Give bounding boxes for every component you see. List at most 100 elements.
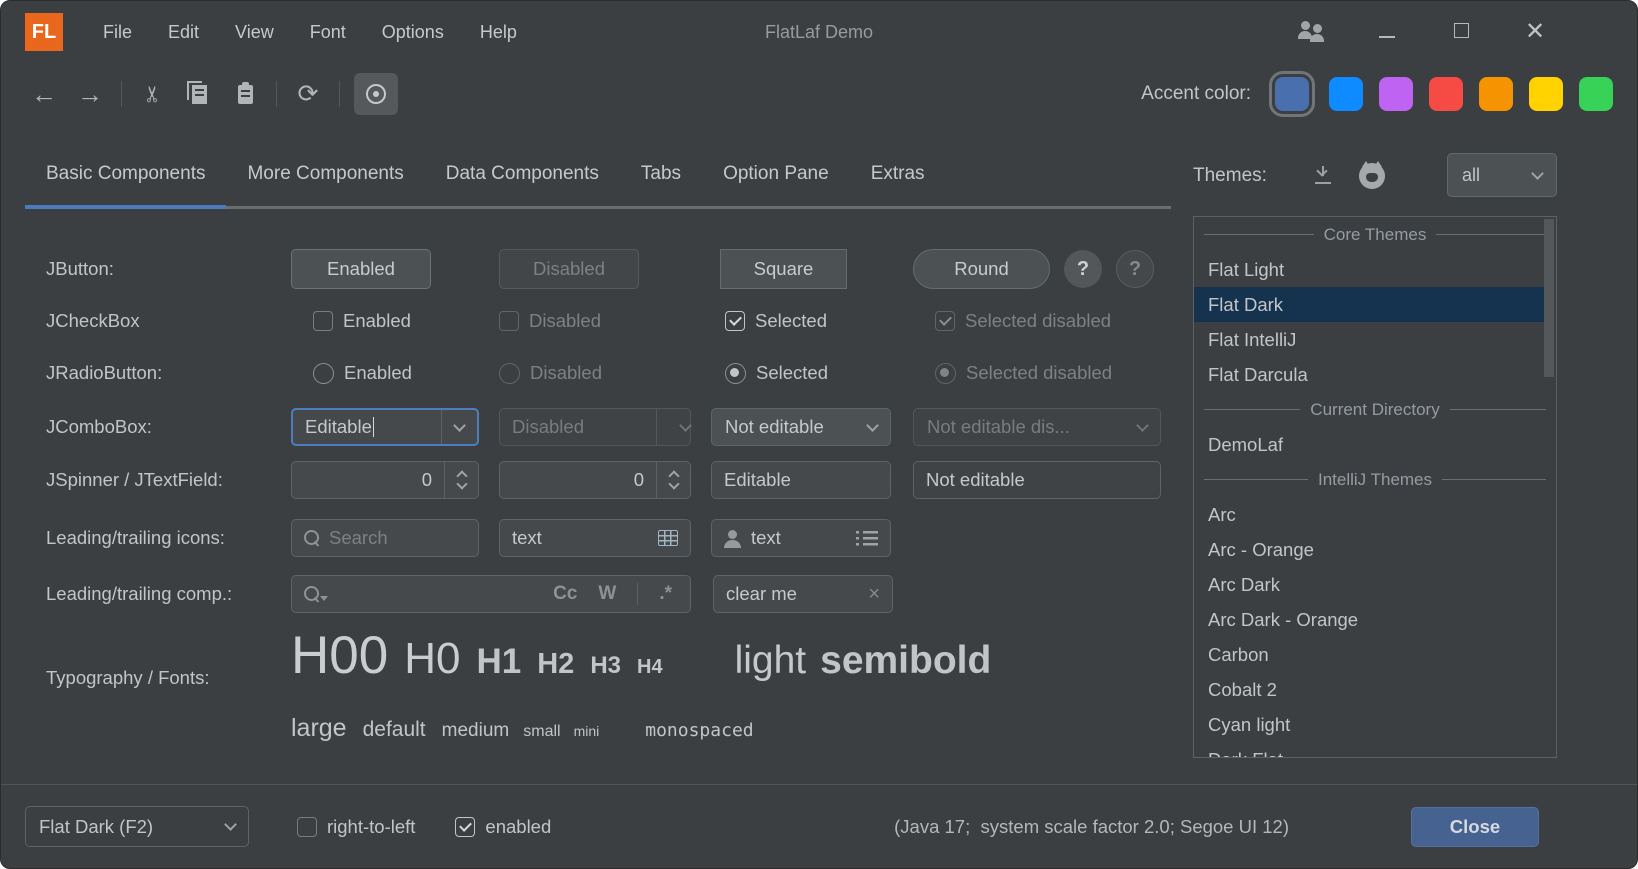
search-icon xyxy=(304,530,320,546)
tab-more-components[interactable]: More Components xyxy=(226,151,424,206)
menu-options[interactable]: Options xyxy=(364,14,462,51)
whole-word-button[interactable]: W xyxy=(592,583,622,605)
accent-swatch-red[interactable] xyxy=(1429,77,1463,111)
text-input-with-table-icon[interactable]: text xyxy=(499,519,691,557)
theme-item-arc-dark-orange[interactable]: Arc Dark - Orange xyxy=(1194,602,1556,637)
theme-item-cyan-light[interactable]: Cyan light xyxy=(1194,707,1556,742)
theme-item-cobalt-2[interactable]: Cobalt 2 xyxy=(1194,672,1556,707)
spinner-2[interactable]: 0 xyxy=(499,461,691,499)
spinner-arrows[interactable] xyxy=(444,462,478,498)
github-icon[interactable] xyxy=(1359,163,1385,189)
theme-item-dark-flat[interactable]: Dark Flat xyxy=(1194,742,1556,758)
paste-button[interactable] xyxy=(228,77,262,111)
leading-trailing-comp-label: Leading/trailing comp.: xyxy=(46,583,291,605)
accent-swatch-purple[interactable] xyxy=(1379,77,1413,111)
search-input-with-options[interactable]: Cc W .* xyxy=(291,575,691,613)
checkbox-selected[interactable] xyxy=(725,311,745,331)
typography-label: Typography / Fonts: xyxy=(46,667,291,689)
spinner-1-value[interactable]: 0 xyxy=(292,462,444,498)
menu-help[interactable]: Help xyxy=(462,14,535,51)
toolbar-separator xyxy=(121,81,122,107)
search-with-dropdown-icon[interactable] xyxy=(304,586,320,602)
minimize-button[interactable] xyxy=(1373,21,1401,44)
theme-filter-combobox[interactable]: all xyxy=(1447,153,1557,197)
enabled-checkbox[interactable] xyxy=(455,817,475,837)
maximize-icon xyxy=(1454,23,1469,38)
spinner-1[interactable]: 0 xyxy=(291,461,479,499)
text-input-with-person-icon[interactable]: text xyxy=(711,519,891,557)
right-to-left-checkbox[interactable] xyxy=(297,817,317,837)
chevron-down-icon xyxy=(1136,419,1149,432)
download-icon[interactable] xyxy=(1313,166,1333,186)
jcombobox-label: JComboBox: xyxy=(46,416,291,438)
table-icon[interactable] xyxy=(658,530,678,546)
refresh-button[interactable]: ⟳ xyxy=(291,77,325,111)
checkbox-selected-label: Selected xyxy=(755,310,827,332)
bottom-bar: Flat Dark (F2) right-to-left enabled (Ja… xyxy=(1,784,1637,868)
theme-item-flat-intellij[interactable]: Flat IntelliJ xyxy=(1194,322,1556,357)
laf-combobox[interactable]: Flat Dark (F2) xyxy=(25,806,249,847)
combobox-arrow-button[interactable] xyxy=(441,410,477,444)
accent-swatch-blue-gray-selected[interactable] xyxy=(1275,77,1309,111)
help-button[interactable]: ? xyxy=(1064,250,1102,288)
tab-data-components[interactable]: Data Components xyxy=(425,151,620,206)
cut-button[interactable]: ✂ xyxy=(136,77,170,111)
spinner-2-value[interactable]: 0 xyxy=(500,462,656,498)
theme-item-arc-orange[interactable]: Arc - Orange xyxy=(1194,532,1556,567)
themes-scrollbar-thumb[interactable] xyxy=(1544,219,1554,377)
tab-basic-components[interactable]: Basic Components xyxy=(25,151,226,206)
theme-item-flat-darcula[interactable]: Flat Darcula xyxy=(1194,357,1556,392)
square-button[interactable]: Square xyxy=(720,249,847,289)
copy-button[interactable] xyxy=(182,77,216,111)
combobox-not-editable[interactable]: Not editable xyxy=(711,408,891,446)
menu-font[interactable]: Font xyxy=(292,14,364,51)
menu-file[interactable]: File xyxy=(85,14,150,51)
combobox-not-editable-value: Not editable xyxy=(725,416,824,438)
clear-icon[interactable]: × xyxy=(868,583,880,606)
theme-item-flat-light[interactable]: Flat Light xyxy=(1194,252,1556,287)
theme-item-demolaf[interactable]: DemoLaf xyxy=(1194,427,1556,462)
spinner-arrows[interactable] xyxy=(656,462,690,498)
enabled-button[interactable]: Enabled xyxy=(291,249,431,289)
accent-swatch-yellow[interactable] xyxy=(1529,77,1563,111)
checkbox-enabled[interactable] xyxy=(313,311,333,331)
menu-edit[interactable]: Edit xyxy=(150,14,217,51)
tab-option-pane[interactable]: Option Pane xyxy=(702,151,850,206)
forward-button[interactable]: → xyxy=(73,77,107,111)
accent-swatch-blue[interactable] xyxy=(1329,77,1363,111)
radio-selected[interactable] xyxy=(725,363,746,384)
combobox-editable-value[interactable]: Editable xyxy=(293,416,372,438)
back-button[interactable]: ← xyxy=(27,77,61,111)
match-case-button[interactable]: Cc xyxy=(547,583,583,605)
search-input[interactable]: Search xyxy=(291,519,479,557)
app-logo-icon[interactable]: FL xyxy=(25,13,63,51)
accent-swatch-orange[interactable] xyxy=(1479,77,1513,111)
text-caret xyxy=(373,417,375,437)
list-icon[interactable] xyxy=(856,530,878,546)
users-icon[interactable] xyxy=(1297,21,1327,43)
theme-filter-value: all xyxy=(1462,165,1480,186)
theme-item-arc-dark[interactable]: Arc Dark xyxy=(1194,567,1556,602)
clearable-input[interactable]: clear me × xyxy=(713,575,893,613)
tab-tabs[interactable]: Tabs xyxy=(620,151,702,206)
maximize-button[interactable] xyxy=(1447,21,1475,44)
checkbox-disabled-label: Disabled xyxy=(529,310,601,332)
tab-bar: Basic Components More Components Data Co… xyxy=(25,151,1171,209)
text-input-value: text xyxy=(512,527,542,549)
theme-item-arc[interactable]: Arc xyxy=(1194,497,1556,532)
textfield-editable[interactable]: Editable xyxy=(711,461,891,499)
theme-item-carbon[interactable]: Carbon xyxy=(1194,637,1556,672)
accent-swatch-green[interactable] xyxy=(1579,77,1613,111)
close-window-button[interactable]: ✕ xyxy=(1521,22,1549,42)
regex-button[interactable]: .* xyxy=(653,583,678,605)
show-hover-toggle-button[interactable] xyxy=(354,73,398,115)
tab-extras[interactable]: Extras xyxy=(850,151,946,206)
radio-enabled[interactable] xyxy=(313,363,334,384)
close-button[interactable]: Close xyxy=(1411,807,1539,847)
enabled-label: enabled xyxy=(485,816,551,838)
jspinner-row: JSpinner / JTextField: 0 0 Editable Not … xyxy=(1,461,1161,499)
combobox-editable[interactable]: Editable xyxy=(291,408,479,446)
round-button[interactable]: Round xyxy=(913,249,1050,289)
theme-item-flat-dark-selected[interactable]: Flat Dark xyxy=(1194,287,1546,322)
menu-view[interactable]: View xyxy=(217,14,292,51)
